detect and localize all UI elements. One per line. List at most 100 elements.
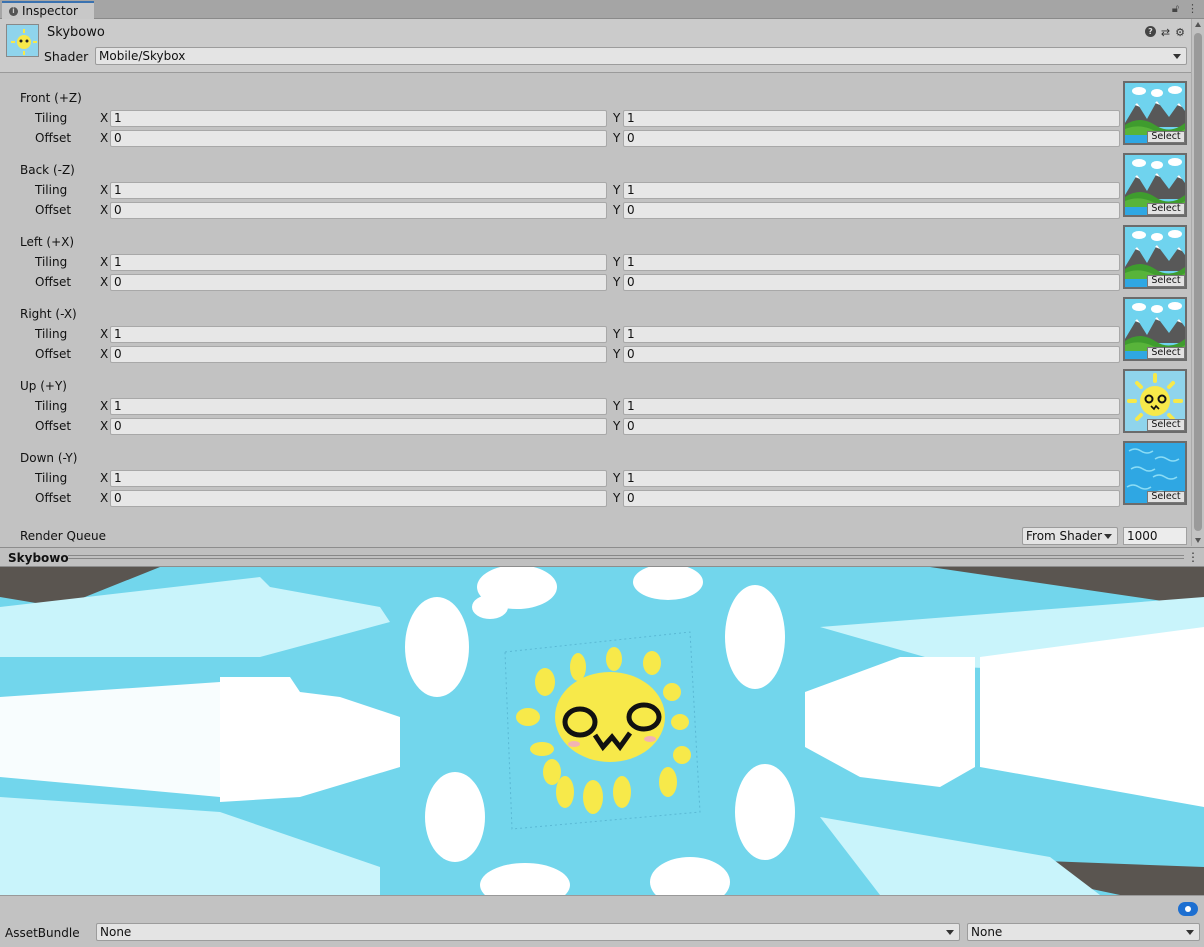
- tiling-x-field[interactable]: 1: [110, 254, 607, 271]
- offset-label: Offset: [35, 419, 72, 433]
- select-texture-button[interactable]: Select: [1147, 491, 1185, 503]
- texture-property-block: Left (+X) Tiling X 1 Y 1 Offset X 0 Y 0 …: [0, 225, 1191, 297]
- render-queue-mode: From Shader: [1026, 529, 1103, 543]
- texture-slot[interactable]: Select: [1123, 441, 1187, 505]
- tiling-x-field[interactable]: 1: [110, 110, 607, 127]
- select-texture-button[interactable]: Select: [1147, 347, 1185, 359]
- texture-property-block: Up (+Y) Tiling X 1 Y 1 Offset X 0 Y 0 Se…: [0, 369, 1191, 441]
- select-texture-button[interactable]: Select: [1147, 203, 1185, 215]
- tiling-y-label: Y: [613, 399, 621, 413]
- skybox-preview[interactable]: [0, 567, 1204, 895]
- texture-slot[interactable]: Select: [1123, 225, 1187, 289]
- tiling-x-field[interactable]: 1: [110, 398, 607, 415]
- texture-slot[interactable]: Select: [1123, 153, 1187, 217]
- offset-y-field[interactable]: 0: [623, 202, 1120, 219]
- offset-y-field[interactable]: 0: [623, 130, 1120, 147]
- preview-title: Skybowo: [8, 551, 69, 565]
- tiling-label: Tiling: [35, 327, 68, 341]
- offset-y-field[interactable]: 0: [623, 346, 1120, 363]
- chevron-down-icon: [946, 930, 954, 935]
- shader-dropdown[interactable]: Mobile/Skybox: [95, 47, 1187, 65]
- offset-label: Offset: [35, 347, 72, 361]
- tiling-y-field[interactable]: 1: [623, 470, 1120, 487]
- inspector-scrollbar[interactable]: [1191, 19, 1204, 546]
- tiling-y-field[interactable]: 1: [623, 326, 1120, 343]
- offset-x-field[interactable]: 0: [110, 130, 607, 147]
- offset-x-field[interactable]: 0: [110, 274, 607, 291]
- tiling-x-field[interactable]: 1: [110, 470, 607, 487]
- asset-bundle-bar: AssetBundle None None: [0, 895, 1204, 947]
- scrollbar-thumb[interactable]: [1194, 33, 1202, 531]
- select-texture-button[interactable]: Select: [1147, 419, 1185, 431]
- material-properties: Front (+Z) Tiling X 1 Y 1 Offset X 0 Y 0…: [0, 74, 1191, 546]
- help-icon[interactable]: ?: [1144, 26, 1156, 37]
- material-preview-icon: [6, 24, 39, 57]
- tiling-y-label: Y: [613, 471, 621, 485]
- texture-property-title: Left (+X): [20, 235, 75, 249]
- select-texture-button[interactable]: Select: [1147, 131, 1185, 143]
- offset-x-label: X: [100, 347, 109, 361]
- offset-x-label: X: [100, 131, 109, 145]
- tag-icon[interactable]: [1178, 902, 1198, 916]
- select-texture-button[interactable]: Select: [1147, 275, 1185, 287]
- tiling-y-field[interactable]: 1: [623, 110, 1120, 127]
- tiling-label: Tiling: [35, 255, 68, 269]
- texture-slot[interactable]: Select: [1123, 369, 1187, 433]
- tiling-y-label: Y: [613, 327, 621, 341]
- scroll-down-icon[interactable]: [1195, 538, 1201, 543]
- tiling-x-field[interactable]: 1: [110, 182, 607, 199]
- tiling-y-label: Y: [613, 183, 621, 197]
- tiling-label: Tiling: [35, 399, 68, 413]
- kebab-menu-icon[interactable]: ⋮: [1187, 550, 1199, 564]
- tab-label: Inspector: [22, 4, 78, 18]
- chevron-down-icon: [1104, 534, 1112, 539]
- offset-x-field[interactable]: 0: [110, 202, 607, 219]
- tiling-label: Tiling: [35, 183, 68, 197]
- tiling-y-label: Y: [613, 111, 621, 125]
- tiling-x-label: X: [100, 399, 109, 413]
- preview-drag-handle[interactable]: [68, 555, 1184, 559]
- texture-property-title: Down (-Y): [20, 451, 78, 465]
- render-queue-value-field[interactable]: 1000: [1123, 527, 1187, 545]
- offset-label: Offset: [35, 203, 72, 217]
- texture-property-title: Up (+Y): [20, 379, 67, 393]
- tiling-label: Tiling: [35, 471, 68, 485]
- texture-slot[interactable]: Select: [1123, 297, 1187, 361]
- tab-bar: i Inspector 🔓︎ ⋮: [0, 0, 1204, 19]
- chevron-down-icon: [1186, 930, 1194, 935]
- asset-bundle-name-dropdown[interactable]: None: [96, 923, 960, 941]
- texture-property-block: Down (-Y) Tiling X 1 Y 1 Offset X 0 Y 0 …: [0, 441, 1191, 513]
- kebab-menu-icon[interactable]: ⋮: [1187, 2, 1198, 16]
- offset-y-field[interactable]: 0: [623, 418, 1120, 435]
- render-queue-mode-dropdown[interactable]: From Shader: [1022, 527, 1118, 545]
- shader-label: Shader: [44, 49, 89, 64]
- offset-y-field[interactable]: 0: [623, 274, 1120, 291]
- tiling-y-field[interactable]: 1: [623, 398, 1120, 415]
- tab-inspector[interactable]: i Inspector: [2, 1, 94, 19]
- material-name: Skybowo: [47, 25, 105, 40]
- tiling-x-label: X: [100, 255, 109, 269]
- texture-slot[interactable]: Select: [1123, 81, 1187, 145]
- tiling-x-label: X: [100, 471, 109, 485]
- offset-label: Offset: [35, 131, 72, 145]
- offset-x-field[interactable]: 0: [110, 490, 607, 507]
- chevron-down-icon: [1173, 54, 1181, 59]
- offset-x-field[interactable]: 0: [110, 418, 607, 435]
- tiling-label: Tiling: [35, 111, 68, 125]
- tiling-y-field[interactable]: 1: [623, 254, 1120, 271]
- offset-y-label: Y: [613, 347, 621, 361]
- texture-property-title: Right (-X): [20, 307, 77, 321]
- asset-bundle-label: AssetBundle: [5, 926, 80, 940]
- tiling-x-field[interactable]: 1: [110, 326, 607, 343]
- offset-x-field[interactable]: 0: [110, 346, 607, 363]
- preview-header[interactable]: Skybowo ⋮: [0, 547, 1204, 567]
- preset-icon[interactable]: ⇄: [1161, 26, 1170, 39]
- offset-y-field[interactable]: 0: [623, 490, 1120, 507]
- scroll-up-icon[interactable]: [1195, 22, 1201, 27]
- asset-bundle-variant-dropdown[interactable]: None: [967, 923, 1200, 941]
- offset-label: Offset: [35, 491, 72, 505]
- lock-icon[interactable]: 🔓︎: [1172, 2, 1179, 16]
- gear-icon[interactable]: ⚙: [1175, 26, 1185, 39]
- tiling-y-field[interactable]: 1: [623, 182, 1120, 199]
- offset-y-label: Y: [613, 419, 621, 433]
